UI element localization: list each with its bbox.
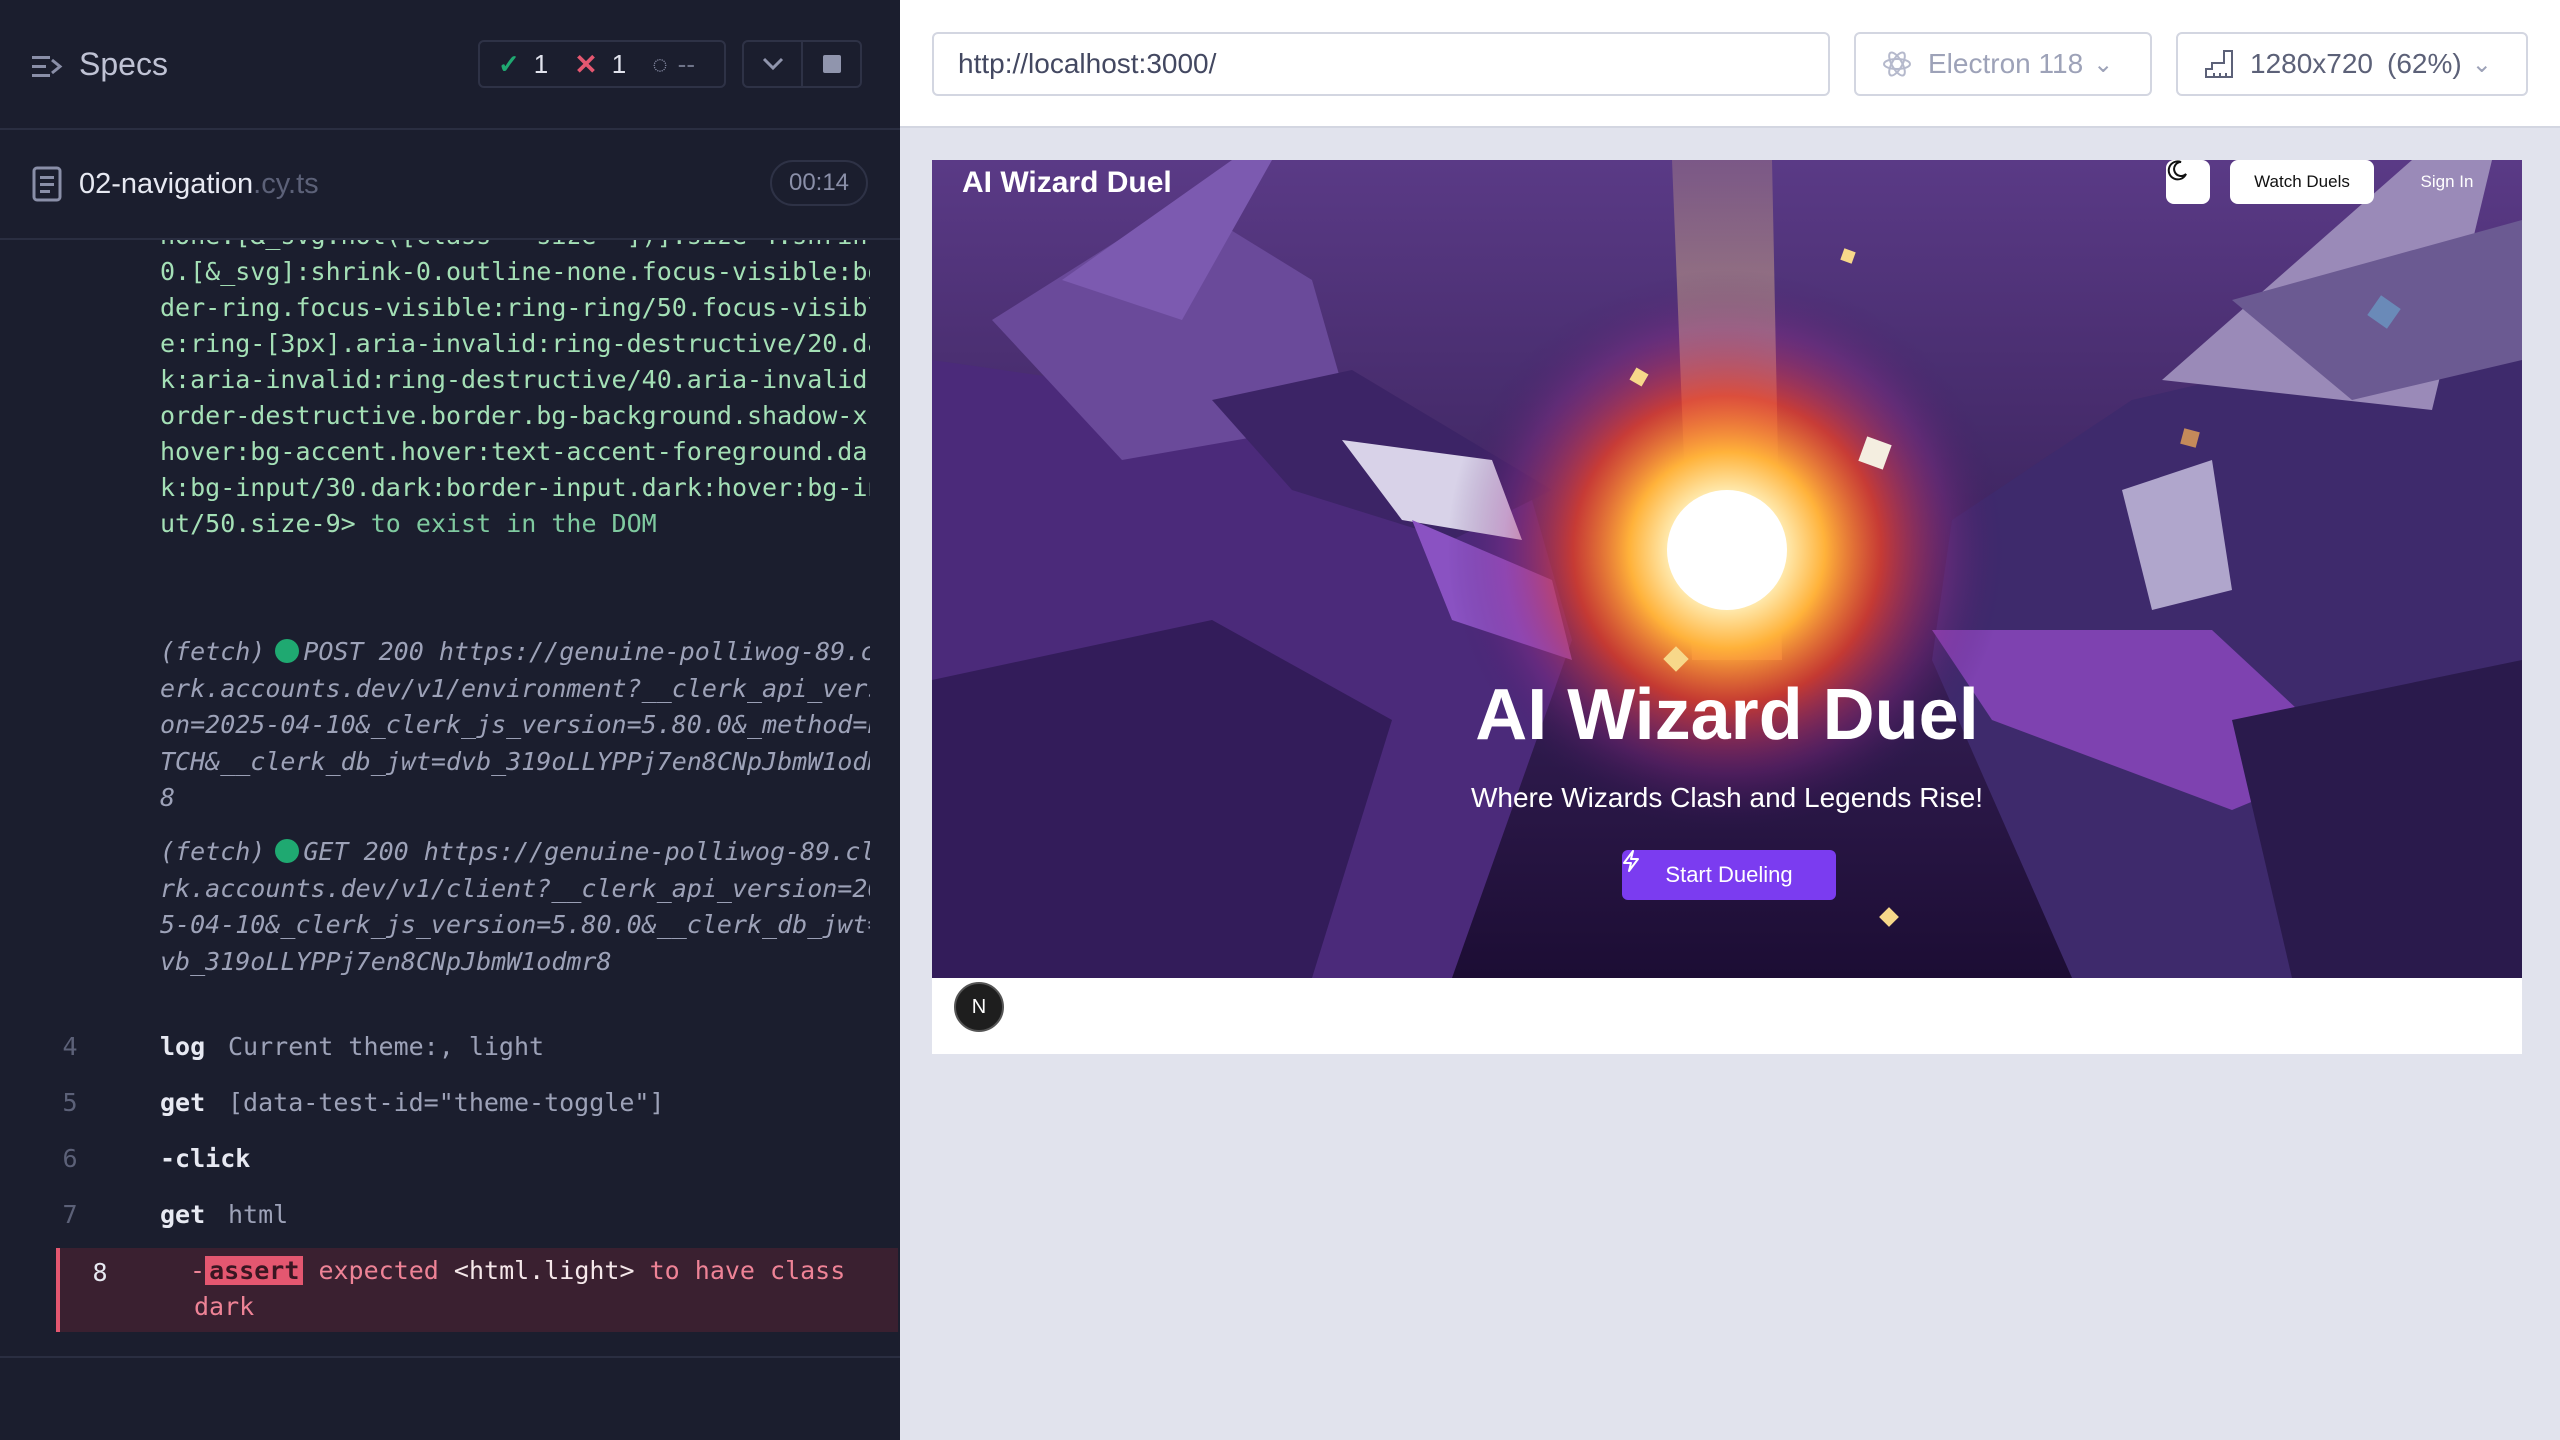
failed-count: ✕ 1 (574, 48, 626, 81)
fetch-prefix: (fetch) (160, 837, 266, 866)
assertion-suffix: to exist in the DOM (370, 509, 657, 538)
command-arg: [data-test-id="theme-toggle"] (228, 1088, 665, 1117)
expected-text: expected (318, 1256, 439, 1285)
viewport-selector[interactable]: 1280x720 (62%) ⌄ (2176, 32, 2528, 96)
fetch-prefix: (fetch) (160, 637, 266, 666)
fetch-log-2[interactable]: (fetch) GET 200 https://genuine-polliwog-… (160, 834, 870, 980)
failed-value: 1 (611, 48, 627, 79)
command-row[interactable]: 6 -click (30, 1134, 870, 1190)
failed-assertion-row[interactable]: 8 - assert expected <html.light> to have … (56, 1248, 898, 1332)
viewport-size: 1280x720 (2250, 48, 2374, 79)
command-row[interactable]: 4 log Current theme:, light (30, 1022, 870, 1078)
assert-tag: assert (205, 1256, 304, 1285)
watch-duels-button[interactable]: Watch Duels (2230, 160, 2374, 204)
x-icon: ✕ (574, 48, 598, 80)
assert-class-name: dark (194, 1292, 255, 1321)
run-controls (742, 40, 862, 88)
hero-subtitle: Where Wizards Clash and Legends Rise! (1470, 782, 1983, 813)
fetch-log-1[interactable]: (fetch) POST 200 https://genuine-polliwog… (160, 634, 870, 817)
electron-icon (1883, 51, 1911, 77)
spec-duration: 00:14 (770, 160, 868, 206)
command-number: 5 (62, 1088, 78, 1117)
stop-icon[interactable] (801, 42, 860, 86)
spec-file-base: 02-navigation (79, 168, 254, 200)
browser-bar: http://localhost:3000/ Electron 118 ⌄ 12… (900, 0, 2560, 128)
assert-rest: to have class (649, 1256, 846, 1285)
command-number: 7 (62, 1200, 78, 1229)
nextjs-badge[interactable]: N (954, 982, 1004, 1032)
passed-value: 1 (533, 48, 549, 79)
command-number: 6 (62, 1144, 78, 1173)
command-row[interactable]: 7 get html (30, 1190, 870, 1246)
hero-section: AI Wizard Duel Watch Duels Sign In AI Wi… (932, 160, 2522, 978)
chevron-down-icon: ⌄ (2093, 50, 2114, 78)
viewport-icon (2205, 50, 2233, 78)
command-row[interactable]: 5 get [data-test-id="theme-toggle"] (30, 1078, 870, 1134)
chevron-down-icon[interactable] (744, 42, 801, 86)
command-number: 8 (92, 1258, 108, 1287)
command-name: log (160, 1032, 206, 1061)
stats-bar: ✓ 1 ✕ 1 ◌ -- (478, 40, 726, 88)
url-bar[interactable]: http://localhost:3000/ (932, 32, 1830, 96)
failed-assertion-text: - assert expected <html.light> to have cl… (190, 1256, 845, 1285)
hero-title: AI Wizard Duel (1475, 675, 1979, 755)
command-log[interactable]: none.[&_svg:not([class*='size-'])]:size-… (30, 240, 870, 1340)
divider (0, 1356, 900, 1358)
fetch-text: GET 200 https://genuine-polliwog-89.cler… (160, 837, 870, 976)
fetch-text: POST 200 https://genuine-polliwog-89.cle… (160, 637, 870, 812)
reporter-panel: Specs ✓ 1 ✕ 1 ◌ -- 02-navigation.cy.ts 0… (0, 0, 900, 1440)
browser-label: Electron 118 (1928, 48, 2084, 79)
command-number: 4 (62, 1032, 78, 1061)
chevron-down-icon: ⌄ (2471, 50, 2492, 78)
theme-toggle[interactable] (2166, 160, 2210, 204)
pending-value: -- (677, 48, 695, 79)
command-name: get (160, 1088, 206, 1117)
spinner-icon: ◌ (652, 48, 668, 79)
assert-subject: <html.light> (453, 1256, 635, 1285)
command-name: get (160, 1200, 206, 1229)
browser-selector[interactable]: Electron 118 ⌄ (1854, 32, 2152, 96)
check-icon: ✓ (498, 48, 520, 79)
status-dot-icon (275, 639, 300, 663)
command-selector-text: none.[&_svg:not([class*='size-'])]:size-… (160, 240, 870, 542)
command-arg: Current theme:, light (228, 1032, 545, 1061)
command-name: -click (160, 1144, 251, 1173)
app-under-test: AI Wizard Duel Watch Duels Sign In AI Wi… (932, 160, 2522, 1054)
cta-label: Start Dueling (1665, 862, 1793, 887)
specs-icon[interactable] (30, 50, 64, 84)
aut-panel: http://localhost:3000/ Electron 118 ⌄ 12… (900, 0, 2560, 1440)
specs-label[interactable]: Specs (79, 46, 168, 83)
file-icon (32, 166, 62, 202)
site-title[interactable]: AI Wizard Duel (962, 166, 1172, 200)
passed-count: ✓ 1 (498, 49, 548, 80)
spec-file-name[interactable]: 02-navigation.cy.ts (79, 168, 319, 201)
moon-icon (2167, 160, 2187, 181)
selector-text: none.[&_svg:not([class*='size-'])]:size-… (160, 240, 870, 538)
command-arg: html (228, 1200, 289, 1229)
viewport-scale: (62%) (2387, 48, 2462, 79)
sign-in-button[interactable]: Sign In (2392, 160, 2502, 204)
spec-file-ext: .cy.ts (253, 168, 319, 200)
pending-count: ◌ -- (652, 49, 695, 80)
assert-dash: - (190, 1256, 206, 1285)
status-dot-icon (275, 839, 300, 863)
start-dueling-button[interactable]: Start Dueling (1622, 850, 1836, 900)
bolt-icon (1623, 850, 1639, 872)
